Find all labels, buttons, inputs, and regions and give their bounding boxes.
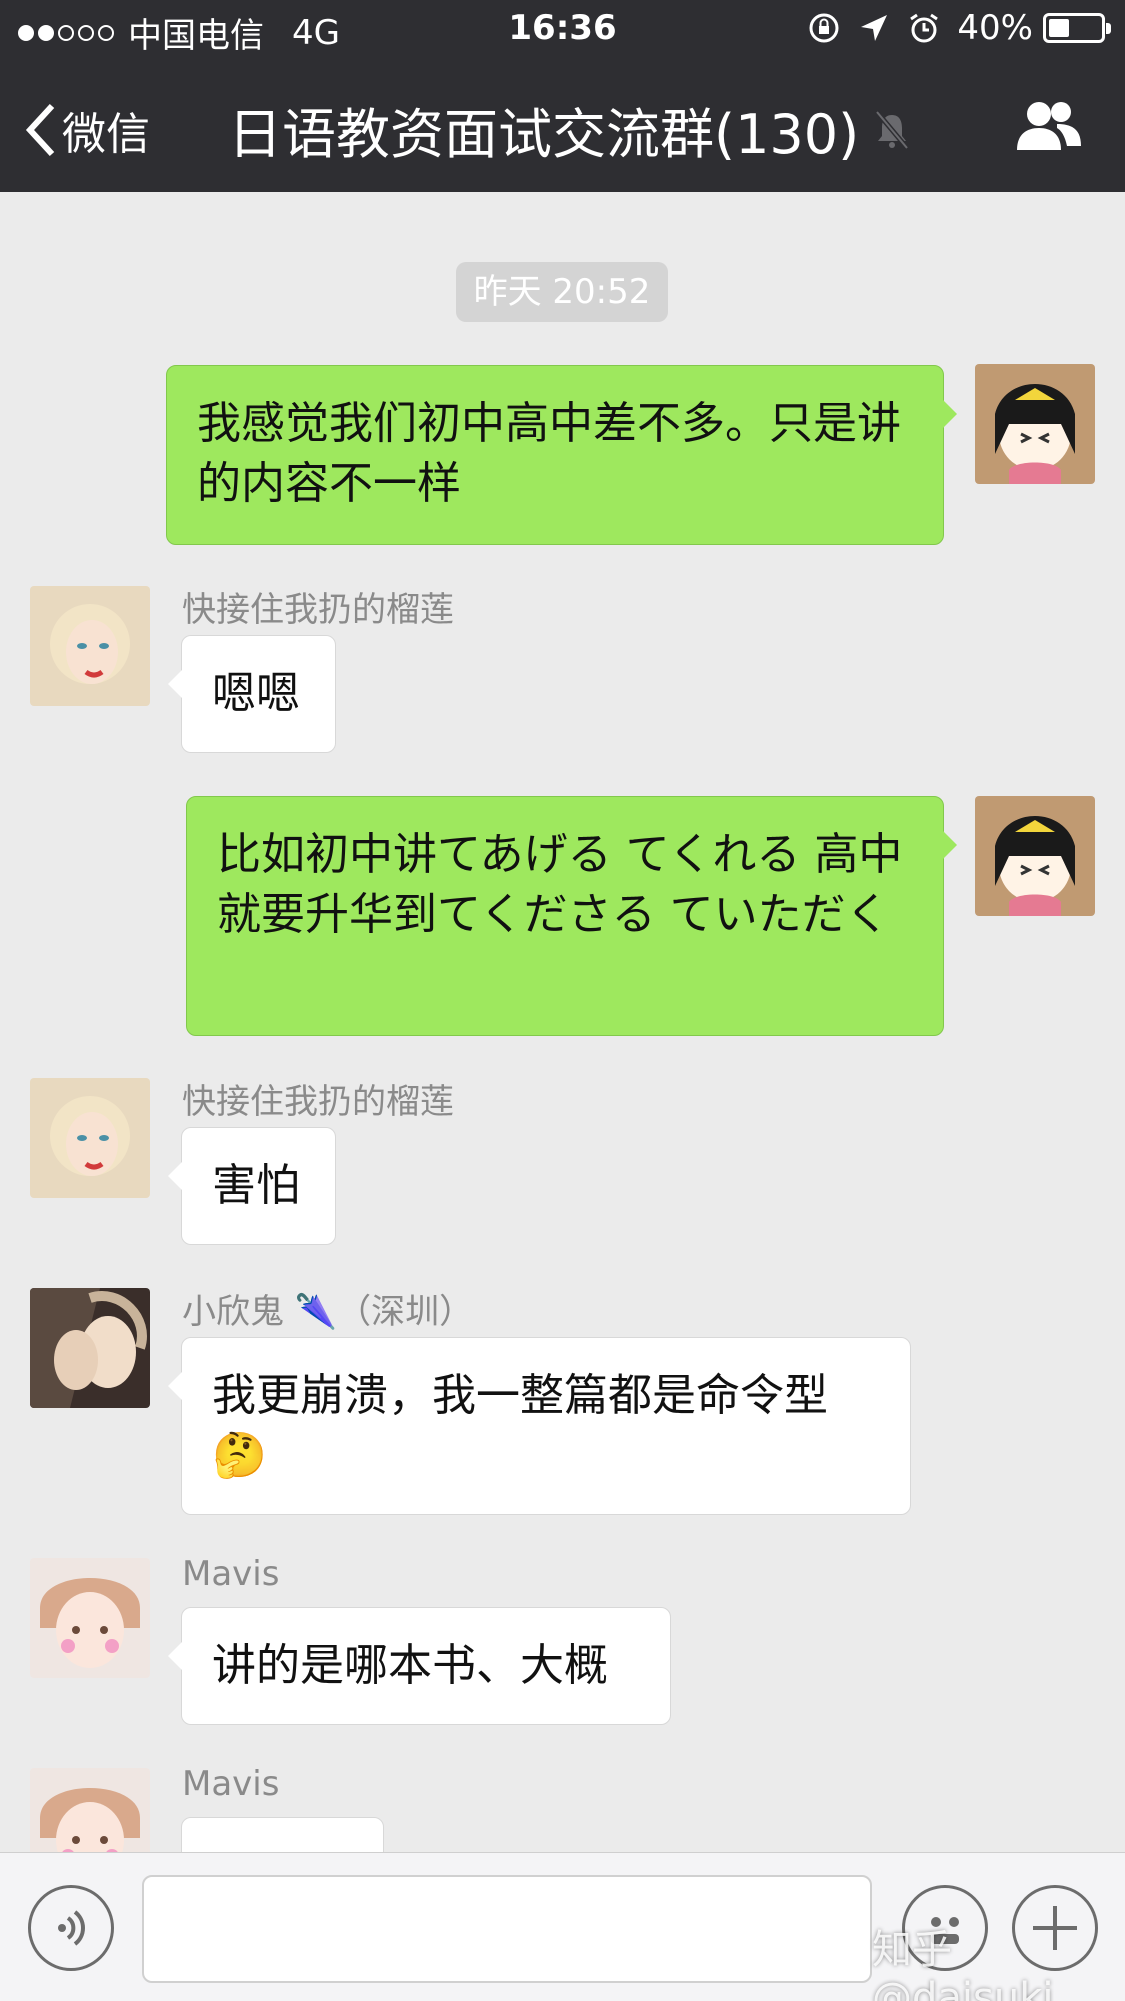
message-bubble-outgoing[interactable]: 比如初中讲てあげる てくれる 高中就要升华到てくださる ていただく [186, 796, 957, 1036]
mute-bell-icon [875, 109, 910, 150]
battery-percent: 40% [957, 8, 1033, 48]
back-button[interactable]: 微信 [24, 98, 150, 162]
message-text: 我更崩溃，我一整篇都是命令型🤔 [212, 1370, 828, 1481]
message-bubble-incoming[interactable]: 嗯嗯 [168, 635, 336, 753]
sender-name: Mavis [182, 1554, 280, 1594]
avatar-image [30, 1558, 150, 1678]
alarm-clock-icon [910, 13, 939, 43]
message-bubble-outgoing[interactable]: 我感觉我们初中高中差不多。只是讲的内容不一样 [166, 365, 957, 545]
sender-name: Mavis [182, 1764, 280, 1804]
avatar-self[interactable] [975, 796, 1095, 916]
avatar-image [975, 796, 1095, 916]
message-input[interactable] [142, 1875, 872, 1983]
voice-icon [58, 1910, 85, 1946]
message-bubble-incoming[interactable]: 我更崩溃，我一整篇都是命令型🤔 [168, 1337, 911, 1515]
group-name: 日语教资面试交流群(130) [228, 103, 860, 166]
sender-name: 快接住我扔的榴莲 [182, 1082, 454, 1122]
chat-title: 日语教资面试交流群(130) [228, 90, 911, 169]
avatar-member[interactable] [30, 1558, 150, 1678]
watermark-text: 知乎 @daisuki [872, 1927, 1054, 2001]
avatar-image [30, 1288, 150, 1408]
avatar-member[interactable] [30, 586, 150, 706]
nav-bar: 微信 日语教资面试交流群(130) [0, 60, 1125, 192]
avatar-image [30, 1078, 150, 1198]
chat-area[interactable]: 昨天 20:52 我感觉我们初中高中差不多。只是讲的内容不一样 快接住我扔的榴莲… [0, 192, 1125, 1852]
sender-name: 快接住我扔的榴莲 [182, 590, 454, 630]
voice-toggle-button[interactable] [28, 1885, 114, 1971]
input-bar: 知乎 @daisuki [0, 1852, 1125, 2001]
group-members-icon[interactable] [1013, 98, 1085, 154]
status-right: 40% [807, 8, 1111, 48]
avatar-image [30, 1768, 150, 1852]
battery-icon [1043, 13, 1111, 43]
message-text: 我感觉我们初中高中差不多。只是讲的内容不一样 [197, 398, 901, 509]
chevron-left-icon [25, 103, 55, 157]
message-bubble-incoming[interactable]: 讲的是哪本书、大概 [168, 1607, 671, 1725]
rotation-lock-icon [809, 13, 839, 43]
status-bar: 中国电信 4G 16:36 40% [0, 0, 1125, 60]
avatar-image [975, 364, 1095, 484]
avatar-member[interactable] [30, 1768, 150, 1852]
avatar-image [30, 586, 150, 706]
timestamp-badge: 昨天 20:52 [456, 262, 668, 322]
back-label: 微信 [62, 109, 150, 160]
sender-name: 小欣鬼 🌂（深圳） [182, 1292, 474, 1332]
message-text: 讲的是哪本书、大概 [212, 1640, 608, 1691]
message-bubble-incoming[interactable]: 害怕 [168, 1127, 336, 1245]
message-text: 比如初中讲てあげる てくれる 高中就要升华到てくださる ていただく [217, 829, 903, 940]
avatar-self[interactable] [975, 364, 1095, 484]
location-arrow-icon [861, 15, 888, 41]
avatar-member[interactable] [30, 1288, 150, 1408]
message-text: 害怕 [212, 1160, 300, 1211]
message-bubble-incoming[interactable] [181, 1817, 384, 1852]
avatar-member[interactable] [30, 1078, 150, 1198]
message-text: 嗯嗯 [212, 668, 300, 719]
